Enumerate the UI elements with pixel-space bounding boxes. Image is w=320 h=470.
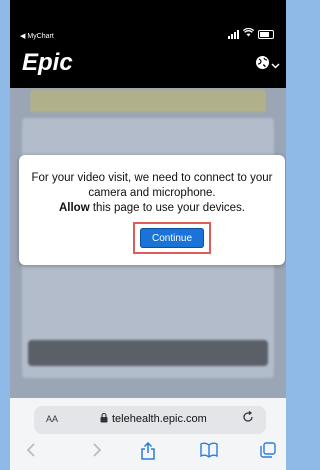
reload-icon[interactable] [242,410,254,426]
dialog-allow-message: Allow this page to use your devices. [27,201,277,216]
continue-button[interactable]: Continue [140,228,204,248]
allow-rest: this page to use your devices. [89,202,245,214]
share-icon[interactable] [140,441,156,465]
tabs-icon[interactable] [260,442,276,463]
bookmarks-icon[interactable] [200,442,218,463]
safari-nav [10,441,286,466]
allow-word: Allow [58,202,90,214]
phone-screen: ◀ MyChart Epic For your video visit, we … [10,0,286,470]
dialog-message: For your video visit, we need to connect… [31,172,273,199]
back-to-mychart-link[interactable]: ◀ MyChart [20,33,54,41]
safari-toolbar: AA telehealth.epic.com [10,398,286,470]
forward-icon[interactable] [92,442,102,463]
continue-highlight: Continue [133,222,211,254]
language-selector[interactable] [255,55,280,75]
signal-icon [228,29,239,39]
app-header: ◀ MyChart Epic [10,0,286,88]
notice-bar [30,90,266,112]
lock-icon [100,412,108,425]
text-size-button[interactable]: AA [46,414,58,424]
epic-logo: Epic [22,49,73,76]
address-bar[interactable]: AA telehealth.epic.com [34,406,266,434]
globe-icon [255,55,270,75]
back-icon[interactable] [26,442,36,463]
wifi-icon [242,27,255,40]
status-icons [228,27,274,40]
chevron-down-icon [271,56,280,74]
permission-dialog: For your video visit, we need to connect… [19,155,285,265]
checking-hardware-bar [28,340,268,366]
url-text: telehealth.epic.com [112,413,207,425]
battery-icon [258,29,274,39]
